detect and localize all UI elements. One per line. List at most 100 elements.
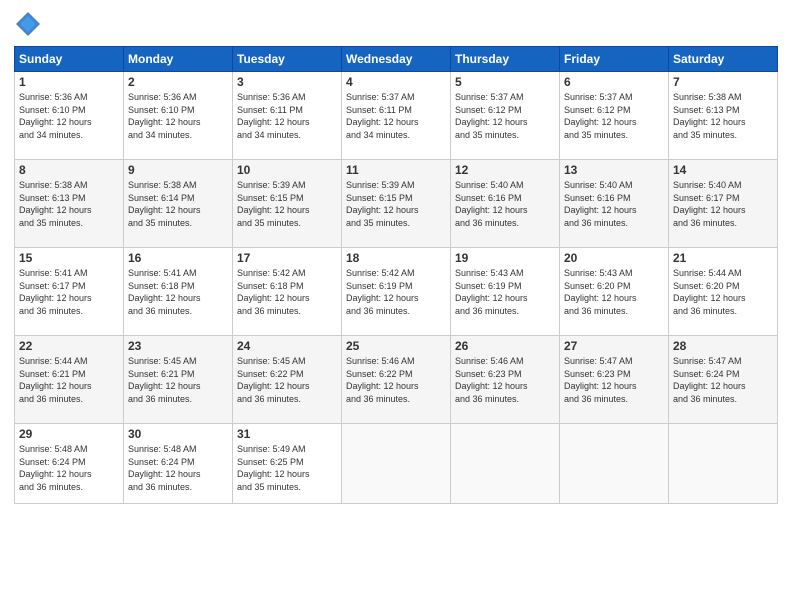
day-number: 10 — [237, 163, 337, 177]
day-number: 5 — [455, 75, 555, 89]
col-header-sunday: Sunday — [15, 47, 124, 72]
day-info: Sunrise: 5:37 AM Sunset: 6:12 PM Dayligh… — [455, 91, 555, 141]
calendar-cell: 30 Sunrise: 5:48 AM Sunset: 6:24 PM Dayli… — [124, 424, 233, 504]
day-info: Sunrise: 5:42 AM Sunset: 6:19 PM Dayligh… — [346, 267, 446, 317]
day-number: 6 — [564, 75, 664, 89]
calendar-cell: 2Sunrise: 5:36 AM Sunset: 6:10 PM Daylig… — [124, 72, 233, 160]
day-info: Sunrise: 5:45 AM Sunset: 6:21 PM Dayligh… — [128, 355, 228, 405]
day-number: 13 — [564, 163, 664, 177]
day-info: Sunrise: 5:37 AM Sunset: 6:12 PM Dayligh… — [564, 91, 664, 141]
calendar-cell: 24 Sunrise: 5:45 AM Sunset: 6:22 PM Dayli… — [233, 336, 342, 424]
day-info: Sunrise: 5:39 AM Sunset: 6:15 PM Dayligh… — [346, 179, 446, 229]
day-info: Sunrise: 5:40 AM Sunset: 6:17 PM Dayligh… — [673, 179, 773, 229]
calendar-cell: 27Sunrise: 5:47 AM Sunset: 6:23 PM Dayli… — [560, 336, 669, 424]
calendar-cell: 26 Sunrise: 5:46 AM Sunset: 6:23 PM Dayli… — [451, 336, 560, 424]
calendar-cell: 23 Sunrise: 5:45 AM Sunset: 6:21 PM Dayli… — [124, 336, 233, 424]
day-info: Sunrise: 5:38 AM Sunset: 6:14 PM Dayligh… — [128, 179, 228, 229]
calendar-row-1: 1 Sunrise: 5:36 AM Sunset: 6:10 PM Daylig… — [15, 72, 778, 160]
day-number: 20 — [564, 251, 664, 265]
day-info: Sunrise: 5:36 AM Sunset: 6:10 PM Dayligh… — [128, 91, 228, 141]
calendar-cell: 28Sunrise: 5:47 AM Sunset: 6:24 PM Dayli… — [669, 336, 778, 424]
calendar-row-2: 8Sunrise: 5:38 AM Sunset: 6:13 PM Daylig… — [15, 160, 778, 248]
day-number: 1 — [19, 75, 119, 89]
calendar-cell: 13 Sunrise: 5:40 AM Sunset: 6:16 PM Dayli… — [560, 160, 669, 248]
day-number: 28 — [673, 339, 773, 353]
day-info: Sunrise: 5:48 AM Sunset: 6:24 PM Dayligh… — [128, 443, 228, 493]
calendar: SundayMondayTuesdayWednesdayThursdayFrid… — [14, 46, 778, 504]
day-number: 15 — [19, 251, 119, 265]
day-number: 18 — [346, 251, 446, 265]
day-number: 8 — [19, 163, 119, 177]
day-number: 3 — [237, 75, 337, 89]
calendar-row-4: 22 Sunrise: 5:44 AM Sunset: 6:21 PM Dayli… — [15, 336, 778, 424]
logo — [14, 10, 46, 38]
calendar-row-3: 15 Sunrise: 5:41 AM Sunset: 6:17 PM Dayli… — [15, 248, 778, 336]
day-info: Sunrise: 5:37 AM Sunset: 6:11 PM Dayligh… — [346, 91, 446, 141]
calendar-cell: 8Sunrise: 5:38 AM Sunset: 6:13 PM Daylig… — [15, 160, 124, 248]
day-number: 17 — [237, 251, 337, 265]
day-number: 24 — [237, 339, 337, 353]
day-number: 4 — [346, 75, 446, 89]
day-info: Sunrise: 5:36 AM Sunset: 6:11 PM Dayligh… — [237, 91, 337, 141]
day-info: Sunrise: 5:43 AM Sunset: 6:20 PM Dayligh… — [564, 267, 664, 317]
calendar-cell: 7 Sunrise: 5:38 AM Sunset: 6:13 PM Daylig… — [669, 72, 778, 160]
day-number: 12 — [455, 163, 555, 177]
day-info: Sunrise: 5:36 AM Sunset: 6:10 PM Dayligh… — [19, 91, 119, 141]
col-header-monday: Monday — [124, 47, 233, 72]
logo-icon — [14, 10, 42, 38]
calendar-cell: 5 Sunrise: 5:37 AM Sunset: 6:12 PM Daylig… — [451, 72, 560, 160]
day-number: 22 — [19, 339, 119, 353]
day-info: Sunrise: 5:40 AM Sunset: 6:16 PM Dayligh… — [455, 179, 555, 229]
calendar-cell — [560, 424, 669, 504]
day-number: 21 — [673, 251, 773, 265]
day-number: 25 — [346, 339, 446, 353]
calendar-cell: 21Sunrise: 5:44 AM Sunset: 6:20 PM Dayli… — [669, 248, 778, 336]
calendar-cell: 1 Sunrise: 5:36 AM Sunset: 6:10 PM Daylig… — [15, 72, 124, 160]
day-info: Sunrise: 5:40 AM Sunset: 6:16 PM Dayligh… — [564, 179, 664, 229]
calendar-cell — [342, 424, 451, 504]
calendar-cell: 18 Sunrise: 5:42 AM Sunset: 6:19 PM Dayli… — [342, 248, 451, 336]
day-info: Sunrise: 5:38 AM Sunset: 6:13 PM Dayligh… — [673, 91, 773, 141]
calendar-cell: 29Sunrise: 5:48 AM Sunset: 6:24 PM Dayli… — [15, 424, 124, 504]
day-info: Sunrise: 5:43 AM Sunset: 6:19 PM Dayligh… — [455, 267, 555, 317]
calendar-cell: 3 Sunrise: 5:36 AM Sunset: 6:11 PM Daylig… — [233, 72, 342, 160]
calendar-cell: 25Sunrise: 5:46 AM Sunset: 6:22 PM Dayli… — [342, 336, 451, 424]
day-number: 14 — [673, 163, 773, 177]
day-number: 19 — [455, 251, 555, 265]
day-info: Sunrise: 5:46 AM Sunset: 6:23 PM Dayligh… — [455, 355, 555, 405]
day-info: Sunrise: 5:41 AM Sunset: 6:18 PM Dayligh… — [128, 267, 228, 317]
calendar-cell — [669, 424, 778, 504]
day-number: 30 — [128, 427, 228, 441]
calendar-cell: 12 Sunrise: 5:40 AM Sunset: 6:16 PM Dayli… — [451, 160, 560, 248]
calendar-cell: 4 Sunrise: 5:37 AM Sunset: 6:11 PM Daylig… — [342, 72, 451, 160]
calendar-cell: 22 Sunrise: 5:44 AM Sunset: 6:21 PM Dayli… — [15, 336, 124, 424]
day-info: Sunrise: 5:44 AM Sunset: 6:21 PM Dayligh… — [19, 355, 119, 405]
day-number: 16 — [128, 251, 228, 265]
col-header-friday: Friday — [560, 47, 669, 72]
col-header-wednesday: Wednesday — [342, 47, 451, 72]
day-info: Sunrise: 5:49 AM Sunset: 6:25 PM Dayligh… — [237, 443, 337, 493]
calendar-cell: 20 Sunrise: 5:43 AM Sunset: 6:20 PM Dayli… — [560, 248, 669, 336]
col-header-thursday: Thursday — [451, 47, 560, 72]
page: SundayMondayTuesdayWednesdayThursdayFrid… — [0, 0, 792, 612]
day-info: Sunrise: 5:45 AM Sunset: 6:22 PM Dayligh… — [237, 355, 337, 405]
calendar-cell: 15 Sunrise: 5:41 AM Sunset: 6:17 PM Dayli… — [15, 248, 124, 336]
day-number: 11 — [346, 163, 446, 177]
calendar-cell: 16 Sunrise: 5:41 AM Sunset: 6:18 PM Dayli… — [124, 248, 233, 336]
day-number: 7 — [673, 75, 773, 89]
day-info: Sunrise: 5:39 AM Sunset: 6:15 PM Dayligh… — [237, 179, 337, 229]
calendar-cell: 6 Sunrise: 5:37 AM Sunset: 6:12 PM Daylig… — [560, 72, 669, 160]
calendar-row-5: 29Sunrise: 5:48 AM Sunset: 6:24 PM Dayli… — [15, 424, 778, 504]
header — [14, 10, 778, 38]
calendar-cell: 19 Sunrise: 5:43 AM Sunset: 6:19 PM Dayli… — [451, 248, 560, 336]
calendar-cell: 9Sunrise: 5:38 AM Sunset: 6:14 PM Daylig… — [124, 160, 233, 248]
day-number: 23 — [128, 339, 228, 353]
calendar-cell: 10 Sunrise: 5:39 AM Sunset: 6:15 PM Dayli… — [233, 160, 342, 248]
col-header-tuesday: Tuesday — [233, 47, 342, 72]
day-number: 26 — [455, 339, 555, 353]
day-info: Sunrise: 5:47 AM Sunset: 6:23 PM Dayligh… — [564, 355, 664, 405]
day-info: Sunrise: 5:48 AM Sunset: 6:24 PM Dayligh… — [19, 443, 119, 493]
col-header-saturday: Saturday — [669, 47, 778, 72]
day-info: Sunrise: 5:41 AM Sunset: 6:17 PM Dayligh… — [19, 267, 119, 317]
calendar-cell — [451, 424, 560, 504]
